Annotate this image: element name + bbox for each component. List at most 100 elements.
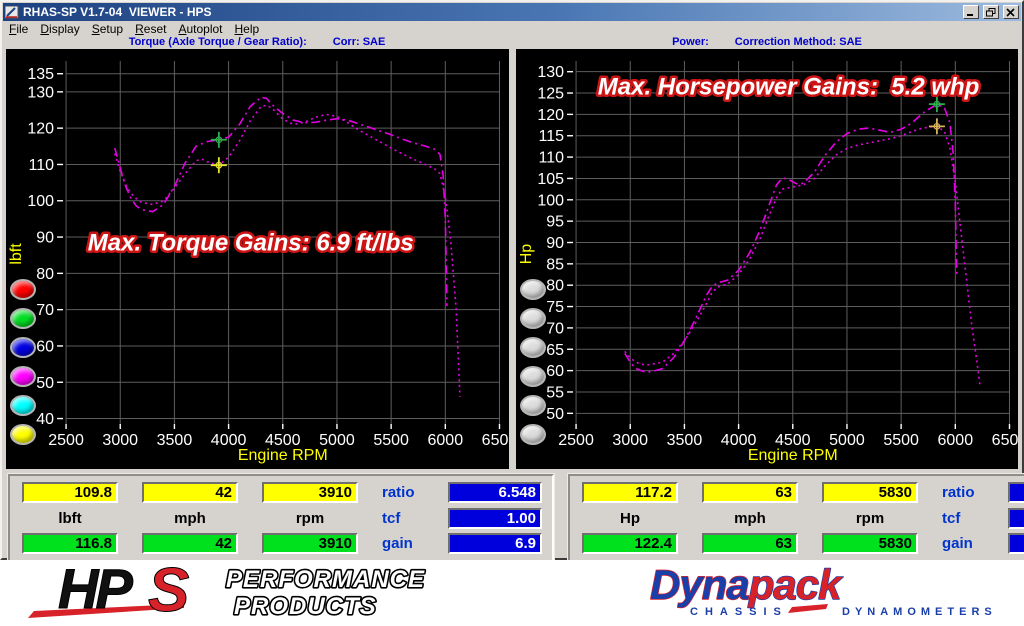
- svg-text:90: 90: [36, 230, 54, 247]
- ratio-label-2: ratio: [942, 484, 1008, 501]
- close-button[interactable]: [1003, 5, 1019, 19]
- dynapack-chassis-text: CHASSIS: [690, 606, 788, 618]
- trace-slot-button-5[interactable]: [520, 395, 546, 416]
- app-icon: [5, 6, 19, 19]
- gain-label-2: gain: [942, 535, 1008, 552]
- svg-text:lbft: lbft: [8, 243, 25, 265]
- trace-color-button-magenta[interactable]: [10, 366, 36, 387]
- torque-baseline-value: 109.8: [22, 482, 118, 503]
- svg-text:130: 130: [27, 84, 54, 101]
- tcf-value: 1.00: [448, 508, 542, 529]
- svg-text:3500: 3500: [666, 432, 702, 449]
- menu-item-autoplot[interactable]: Autoplot: [172, 22, 228, 36]
- menu-bar: File Display Setup Reset Autoplot Help: [2, 21, 1022, 36]
- trace-slot-button-2[interactable]: [520, 308, 546, 329]
- rpm-unit-label-2: rpm: [822, 510, 918, 527]
- hps-letters-hp: HP: [58, 560, 133, 620]
- power-baseline-value: 117.2: [582, 482, 678, 503]
- hps-logo: HP S PERFORMANCE PRODUCTS: [22, 560, 482, 626]
- svg-text:Engine RPM: Engine RPM: [238, 447, 328, 464]
- gain-label: gain: [382, 535, 448, 552]
- logo-strip: HP S PERFORMANCE PRODUCTS Dynapack CHASS…: [0, 560, 1024, 621]
- torque-unit-label: lbft: [22, 510, 118, 527]
- torque-chart-title: Torque (Axle Torque / Gear Ratio):: [129, 36, 307, 49]
- svg-text:Hp: Hp: [518, 244, 535, 265]
- screen: RHAS-SP V1.7-04 VIEWER - HPS File Displa…: [0, 0, 1024, 621]
- speed-baseline-value-2: 63: [702, 482, 798, 503]
- trace-color-button-yellow[interactable]: [10, 424, 36, 445]
- svg-text:3000: 3000: [612, 432, 648, 449]
- torque-side-block: ratio6.548 tcf1.00 gain6.9: [382, 482, 542, 554]
- svg-text:55: 55: [546, 384, 564, 401]
- svg-text:70: 70: [546, 320, 564, 337]
- svg-text:Engine RPM: Engine RPM: [747, 447, 837, 464]
- tcf-value-2: 1.00: [1008, 508, 1024, 529]
- menu-item-help[interactable]: Help: [229, 22, 266, 36]
- ratio-value: 6.548: [448, 482, 542, 503]
- svg-text:2500: 2500: [48, 432, 84, 449]
- svg-text:115: 115: [538, 128, 564, 145]
- menu-item-reset[interactable]: Reset: [129, 22, 172, 36]
- svg-text:135: 135: [27, 66, 54, 83]
- trace-color-button-blue[interactable]: [10, 337, 36, 358]
- svg-text:80: 80: [546, 278, 564, 295]
- svg-text:3500: 3500: [157, 432, 193, 449]
- trace-slot-button-1[interactable]: [520, 279, 546, 300]
- svg-text:Max. Torque Gains: 6.9 ft/lbs: Max. Torque Gains: 6.9 ft/lbs: [88, 230, 414, 257]
- minimize-button[interactable]: [963, 5, 979, 19]
- svg-text:6500: 6500: [991, 432, 1018, 449]
- power-unit-label: Hp: [582, 510, 678, 527]
- menu-item-setup[interactable]: Setup: [86, 22, 129, 36]
- speed-modified-value: 42: [142, 533, 238, 554]
- power-side-block: ratio6.548 tcf1.00 gain5.2: [942, 482, 1024, 554]
- power-chart-header: Power: Correction Method: SAE: [512, 36, 1022, 49]
- svg-text:85: 85: [546, 256, 564, 273]
- trace-color-button-red[interactable]: [10, 279, 36, 300]
- svg-text:100: 100: [537, 192, 564, 209]
- speed-unit-label: mph: [142, 510, 238, 527]
- torque-correction-label: Corr: SAE: [333, 36, 386, 49]
- svg-text:6000: 6000: [937, 432, 973, 449]
- rpm-baseline-value: 3910: [262, 482, 358, 503]
- data-row: 109.8 lbft 116.8 42 mph 42 3910 rpm 3910…: [2, 474, 1022, 562]
- svg-text:5500: 5500: [373, 432, 409, 449]
- menu-item-file[interactable]: File: [3, 22, 34, 36]
- svg-text:50: 50: [36, 375, 54, 392]
- svg-text:50: 50: [546, 406, 564, 423]
- rpm-value-column-2: 5830 rpm 5830: [822, 482, 918, 554]
- restore-button[interactable]: [983, 5, 999, 19]
- speed-value-column-2: 63 mph 63: [702, 482, 798, 554]
- svg-text:110: 110: [538, 150, 564, 167]
- trace-color-button-cyan[interactable]: [10, 395, 36, 416]
- rpm-modified-value: 3910: [262, 533, 358, 554]
- trace-slot-button-4[interactable]: [520, 366, 546, 387]
- svg-text:105: 105: [537, 171, 564, 188]
- hps-performance-text: PERFORMANCE: [226, 566, 425, 593]
- ratio-value-2: 6.548: [1008, 482, 1024, 503]
- torque-data-panel: 109.8 lbft 116.8 42 mph 42 3910 rpm 3910…: [8, 474, 554, 562]
- rpm-unit-label: rpm: [262, 510, 358, 527]
- svg-text:65: 65: [546, 342, 564, 359]
- speed-unit-label-2: mph: [702, 510, 798, 527]
- chart-headers: Torque (Axle Torque / Gear Ratio): Corr:…: [2, 36, 1022, 49]
- svg-text:Max. Horsepower Gains: 5.2 wh: Max. Horsepower Gains: 5.2 whp: [597, 74, 979, 101]
- ratio-label: ratio: [382, 484, 448, 501]
- power-modified-value: 122.4: [582, 533, 678, 554]
- svg-text:5500: 5500: [883, 432, 919, 449]
- power-chart-title: Power:: [672, 36, 709, 49]
- svg-text:70: 70: [36, 302, 54, 319]
- window-title: RHAS-SP V1.7-04 VIEWER - HPS: [23, 3, 959, 21]
- tcf-label: tcf: [382, 510, 448, 527]
- trace-slot-button-3[interactable]: [520, 337, 546, 358]
- svg-text:125: 125: [537, 86, 564, 103]
- svg-text:75: 75: [546, 299, 564, 316]
- trace-slot-button-6[interactable]: [520, 424, 546, 445]
- speed-baseline-value: 42: [142, 482, 238, 503]
- rpm-baseline-value-2: 5830: [822, 482, 918, 503]
- trace-color-button-green[interactable]: [10, 308, 36, 329]
- svg-text:3000: 3000: [102, 432, 138, 449]
- svg-text:95: 95: [546, 214, 564, 231]
- torque-value-column: 109.8 lbft 116.8: [22, 482, 118, 554]
- svg-text:120: 120: [27, 121, 54, 138]
- menu-item-display[interactable]: Display: [34, 22, 85, 36]
